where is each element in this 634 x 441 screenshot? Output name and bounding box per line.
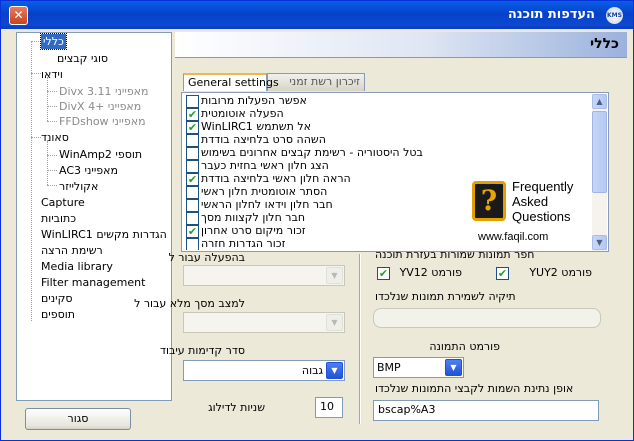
tree-item-media-library[interactable]: Media library xyxy=(41,259,113,274)
chevron-down-icon[interactable]: ▼ xyxy=(326,267,343,284)
tree-item-video[interactable]: וידאו xyxy=(41,67,63,82)
tree-item-winlirc-keys[interactable]: WinLIRC1 הגדרות מקשים xyxy=(41,227,167,242)
checkbox[interactable]: ✔ xyxy=(186,121,199,134)
on-play-select[interactable]: ▼ xyxy=(183,265,345,286)
tree-item-filter-management[interactable]: Filter management xyxy=(41,275,145,290)
checkbox[interactable] xyxy=(186,186,199,199)
scroll-thumb[interactable] xyxy=(592,111,607,193)
faq-logo-overlay: ? Frequently Asked Questions www.faqil.c… xyxy=(472,175,592,247)
checkbox[interactable]: ✔ xyxy=(186,225,199,238)
image-format-label: פורמט התמונה xyxy=(429,340,500,353)
checkbox[interactable] xyxy=(186,212,199,225)
checklist-scrollbar[interactable]: ▲ ▼ xyxy=(592,94,607,251)
yuy2-label: פורמט YUY2 xyxy=(529,266,592,279)
preferences-window: ✕ העדפות תוכנה KMS כללי סוגי קבצים וידאו… xyxy=(0,0,634,441)
panel-divider xyxy=(359,254,361,424)
tree-item-skins[interactable]: סקינים xyxy=(41,291,73,306)
save-frames-label: חפר תמונות שמורות בעזרת תוכנה xyxy=(375,248,535,261)
capture-folder-label: תיקיה לשמירת תמונות שנלכדו xyxy=(375,290,516,303)
tree-item-capture[interactable]: Capture xyxy=(41,195,85,210)
tree-item-divx311[interactable]: Divx 3.11 מאפייני xyxy=(59,84,149,99)
close-button[interactable]: סגור xyxy=(25,408,131,430)
tab-general-settings[interactable]: General settings xyxy=(183,73,279,91)
checkbox[interactable]: ✔ xyxy=(186,108,199,121)
image-format-value: BMP xyxy=(377,361,401,374)
skip-label: שניות לדילוג xyxy=(208,401,265,414)
image-format-select[interactable]: BMP ▼ xyxy=(373,357,464,378)
tree-item-plugins[interactable]: תוספים xyxy=(41,307,75,322)
naming-label: אופן נתינת השמות לקבצי התמונות שנלכדו xyxy=(375,382,574,395)
app-icon: KMS xyxy=(606,7,623,24)
close-icon[interactable]: ✕ xyxy=(9,6,28,25)
checkbox[interactable] xyxy=(186,160,199,173)
window-title: העדפות תוכנה xyxy=(507,7,595,22)
scroll-up-icon[interactable]: ▲ xyxy=(592,94,607,109)
naming-pattern-input[interactable]: bscap%A3 xyxy=(373,400,599,421)
faq-question-icon: ? xyxy=(472,181,506,221)
faq-url: www.faqil.com xyxy=(478,231,549,243)
tree-item-ffdshow[interactable]: FFDshow מאפייני xyxy=(59,114,146,129)
skip-seconds-input[interactable]: 10 xyxy=(315,397,343,418)
tab-network-cache[interactable]: זיכרון רשת זמני xyxy=(267,73,365,91)
priority-value: גבוה xyxy=(301,364,323,377)
tree-item-audio[interactable]: סאונד xyxy=(41,130,69,145)
yv12-label: פורמט YV12 xyxy=(399,266,462,279)
tree-item-ac3[interactable]: AC3 מאפייני xyxy=(59,163,118,178)
yv12-checkbox[interactable]: ✔ xyxy=(377,267,390,280)
checkbox[interactable]: ✔ xyxy=(186,173,199,186)
tree-item-winamp2[interactable]: WinAmp2 תוספי xyxy=(59,147,142,162)
checkbox[interactable] xyxy=(186,147,199,160)
yuy2-checkbox[interactable]: ✔ xyxy=(496,267,509,280)
faq-text: Frequently Asked Questions xyxy=(512,179,574,224)
settings-panel: כללי General settings זיכרון רשת זמני אפ… xyxy=(134,32,629,438)
chevron-down-icon[interactable]: ▼ xyxy=(326,314,343,331)
checkbox[interactable] xyxy=(186,95,199,108)
checkbox[interactable] xyxy=(186,238,199,250)
fullscreen-label: למצב מסך מלא עבור ל xyxy=(134,297,245,310)
priority-label: סדר קדימות עיבוד xyxy=(159,344,245,357)
fullscreen-select[interactable]: ▼ xyxy=(183,312,345,333)
tree-item-subtitles[interactable]: כתוביות xyxy=(41,211,76,226)
on-play-label: בהפעלה עבור ל xyxy=(168,251,245,264)
chevron-down-icon[interactable]: ▼ xyxy=(445,359,462,376)
navigation-pane: כללי סוגי קבצים וידאו Divx 3.11 מאפייני … xyxy=(5,32,172,438)
title-bar: ✕ העדפות תוכנה KMS xyxy=(1,1,633,29)
tree-item-divx4[interactable]: DivX 4+ מאפייני xyxy=(59,99,141,114)
section-title: כללי xyxy=(590,36,619,52)
capture-folder-button[interactable] xyxy=(373,308,601,328)
section-header: כללי xyxy=(175,32,627,58)
tree-item-file-types[interactable]: סוגי קבצים xyxy=(57,51,108,66)
tree-item-equalizer[interactable]: אקולייזר xyxy=(59,179,98,194)
general-settings-tab-content: אפשר הפעלות מרובות ✔ הפעלה אוטומטית ✔ WinL… xyxy=(181,92,609,252)
tree-item-general[interactable]: כללי xyxy=(40,33,67,50)
tree-item-playlist[interactable]: רשימת הרצה xyxy=(41,243,103,258)
checkbox[interactable] xyxy=(186,199,199,212)
priority-select[interactable]: גבוה ▼ xyxy=(183,360,345,381)
checkbox[interactable] xyxy=(186,134,199,147)
chevron-down-icon[interactable]: ▼ xyxy=(326,362,343,379)
